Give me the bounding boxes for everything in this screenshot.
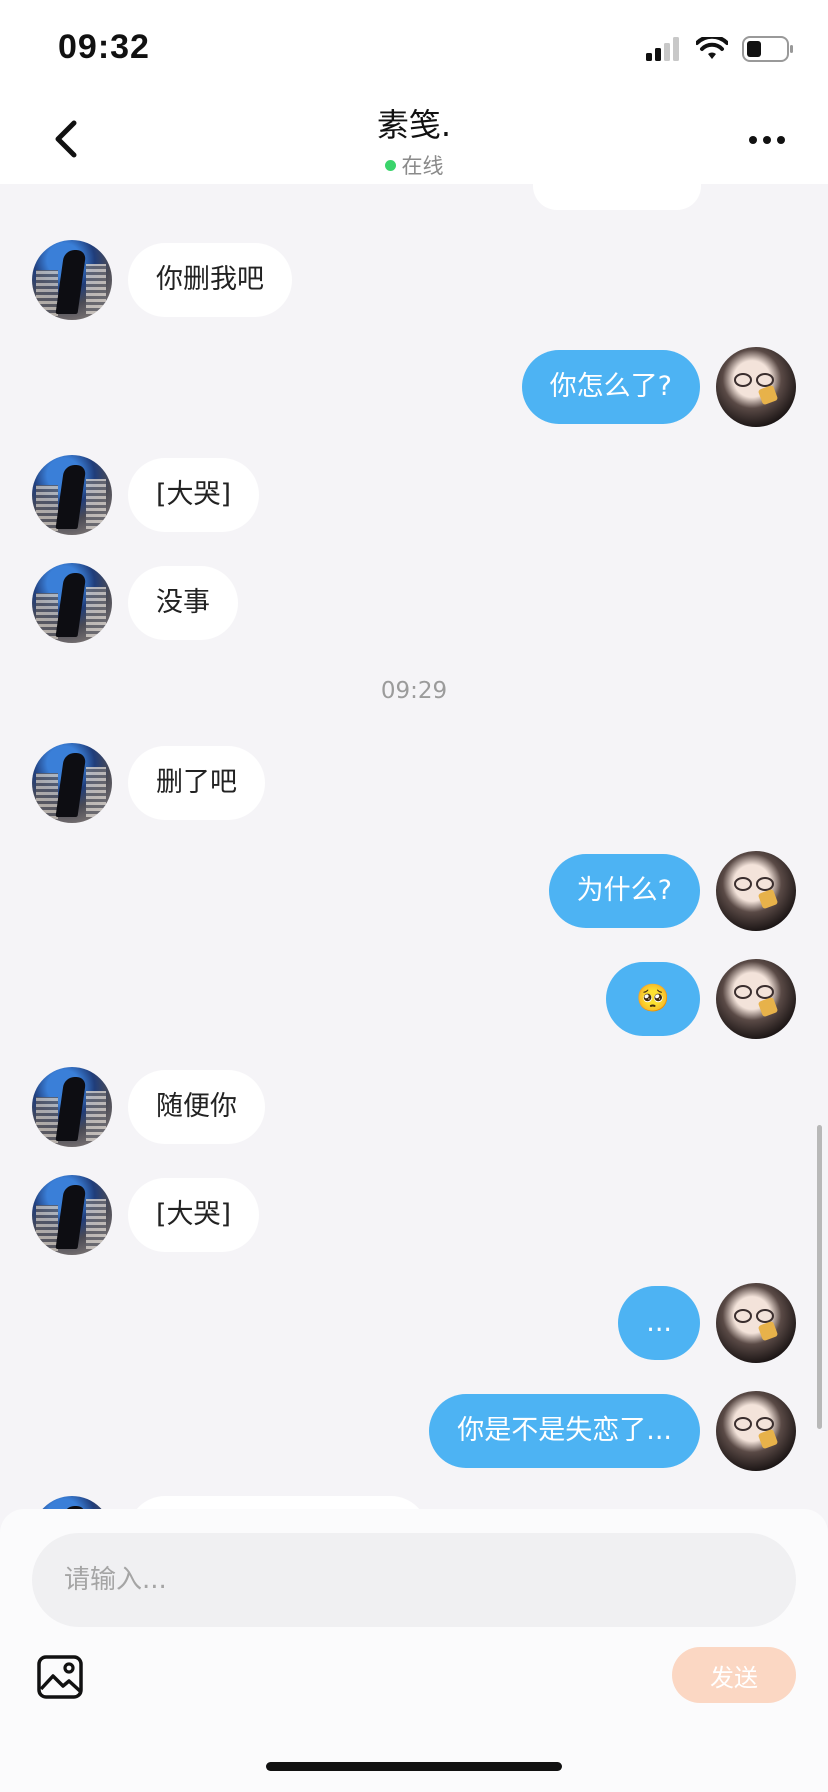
more-dot [749,136,757,144]
status-time: 09:32 [58,28,150,66]
scrollbar[interactable] [817,1125,822,1429]
user-avatar[interactable] [716,1391,796,1471]
more-dot [777,136,785,144]
message-bubble[interactable]: 你是不是失恋了... [429,1394,700,1468]
message-bubble-partial [128,1496,428,1509]
message-bubble[interactable]: [大哭] [128,458,260,532]
contact-avatar[interactable] [32,563,112,643]
user-avatar[interactable] [716,347,796,427]
chat-header: 素笺. 在线 [0,96,828,184]
contact-avatar[interactable] [32,743,112,823]
more-button[interactable] [742,120,792,160]
send-button[interactable]: 发送 [672,1647,796,1703]
status-bar: 09:32 [0,0,828,96]
message-bubble[interactable]: 随便你 [128,1070,265,1144]
message-bubble[interactable]: [大哭] [128,1178,260,1252]
message-bubble-emoji[interactable]: 🥺 [606,962,700,1036]
composer-panel: 发送 [0,1509,828,1792]
image-icon [37,1655,83,1699]
online-status-label: 在线 [401,154,444,178]
wifi-icon [696,37,728,59]
contact-avatar[interactable] [32,1496,112,1509]
contact-avatar[interactable] [32,1175,112,1255]
contact-avatar[interactable] [32,240,112,320]
signal-icon [646,37,679,61]
contact-name: 素笺. [376,106,452,144]
status-icons [646,34,794,64]
user-avatar[interactable] [716,851,796,931]
message-bubble[interactable]: 你怎么了? [521,350,700,424]
user-avatar[interactable] [716,1283,796,1363]
user-avatar[interactable] [716,959,796,1039]
message-bubble[interactable]: 你删我吧 [128,243,292,317]
message-bubble[interactable]: ... [618,1286,700,1360]
image-button[interactable] [36,1653,84,1701]
battery-icon [742,36,793,62]
time-divider: 09:29 [380,678,448,704]
message-bubble[interactable]: 没事 [128,566,238,640]
contact-avatar[interactable] [32,455,112,535]
online-dot-icon [384,160,396,171]
message-bubble[interactable]: 为什么? [548,854,700,928]
chat-messages[interactable]: 你删我吧 你怎么了? [大哭] 没事 09:29 删了吧 为什么? 🥺 随便你 … [0,184,828,1509]
message-bubble-partial [533,184,701,210]
message-input[interactable] [32,1533,796,1627]
home-indicator[interactable] [266,1762,562,1771]
message-bubble[interactable]: 删了吧 [128,746,265,820]
online-status: 在线 [0,150,828,180]
more-dot [763,136,771,144]
contact-avatar[interactable] [32,1067,112,1147]
